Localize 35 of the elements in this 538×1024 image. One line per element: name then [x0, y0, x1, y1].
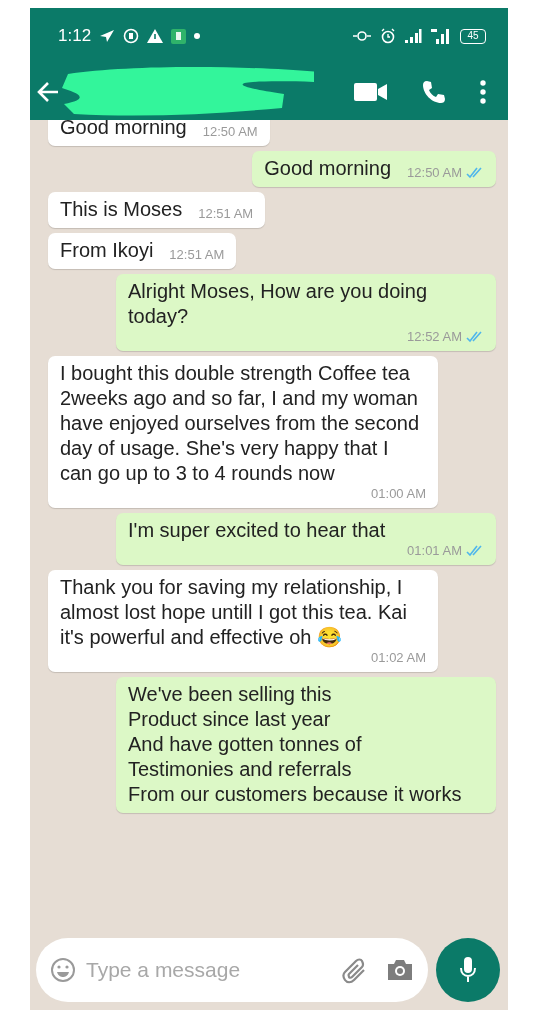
message-time: 12:50 AM — [407, 165, 462, 181]
message-text: Good morning — [264, 156, 392, 181]
message-text: From Ikoyi — [60, 238, 154, 263]
message-field[interactable]: Type a message — [36, 938, 428, 1002]
message-text: I bought this double strength Coffee tea 2weeks ago and so far, I and my woman have enjoyed ourselves from the second day of usage. She's very happy that I can go up to 3 to 4 rounds now — [60, 362, 420, 484]
status-time: 1:12 — [58, 25, 92, 48]
message-text: I'm super excited to hear that — [128, 519, 386, 541]
alarm-icon — [380, 28, 396, 44]
signal-icon — [404, 29, 422, 43]
message-input[interactable]: Type a message — [84, 953, 334, 987]
message-time: 12:51 AM — [169, 247, 225, 263]
emoji-icon[interactable] — [50, 957, 76, 983]
message-time: 01:01 AM — [407, 543, 462, 559]
message-time: 12:51 AM — [198, 206, 254, 222]
app-icon — [171, 28, 187, 44]
dot-icon — [194, 33, 201, 39]
warning-icon — [147, 29, 164, 43]
signal-icon — [430, 28, 452, 44]
battery-level: 45 — [467, 31, 479, 41]
more-options-icon[interactable] — [480, 80, 486, 104]
phone-icon[interactable] — [422, 80, 446, 104]
camera-icon[interactable] — [386, 958, 414, 982]
message-time: 12:52 AM — [407, 329, 462, 345]
message-time: 01:00 AM — [371, 486, 426, 502]
message-text: Thank you for saving my relationship, I almost lost hope untill I got this tea. Kai it's powerful and effective oh 😂 — [60, 576, 407, 648]
back-icon[interactable] — [36, 81, 60, 103]
message-text: Good morning — [60, 120, 187, 140]
video-call-icon[interactable] — [354, 82, 388, 102]
send-icon — [99, 29, 116, 43]
microphone-icon — [459, 956, 477, 984]
message-time: 01:02 AM — [371, 650, 426, 666]
message-text: We've been selling this Product since last year And have gotten tonnes of Testimonies and referrals From our customers because it works — [128, 683, 462, 805]
message-text: Alright Moses, How are you doing today? — [128, 280, 428, 327]
message-text: This is Moses — [60, 197, 183, 222]
message-time: 12:50 AM — [202, 124, 258, 140]
